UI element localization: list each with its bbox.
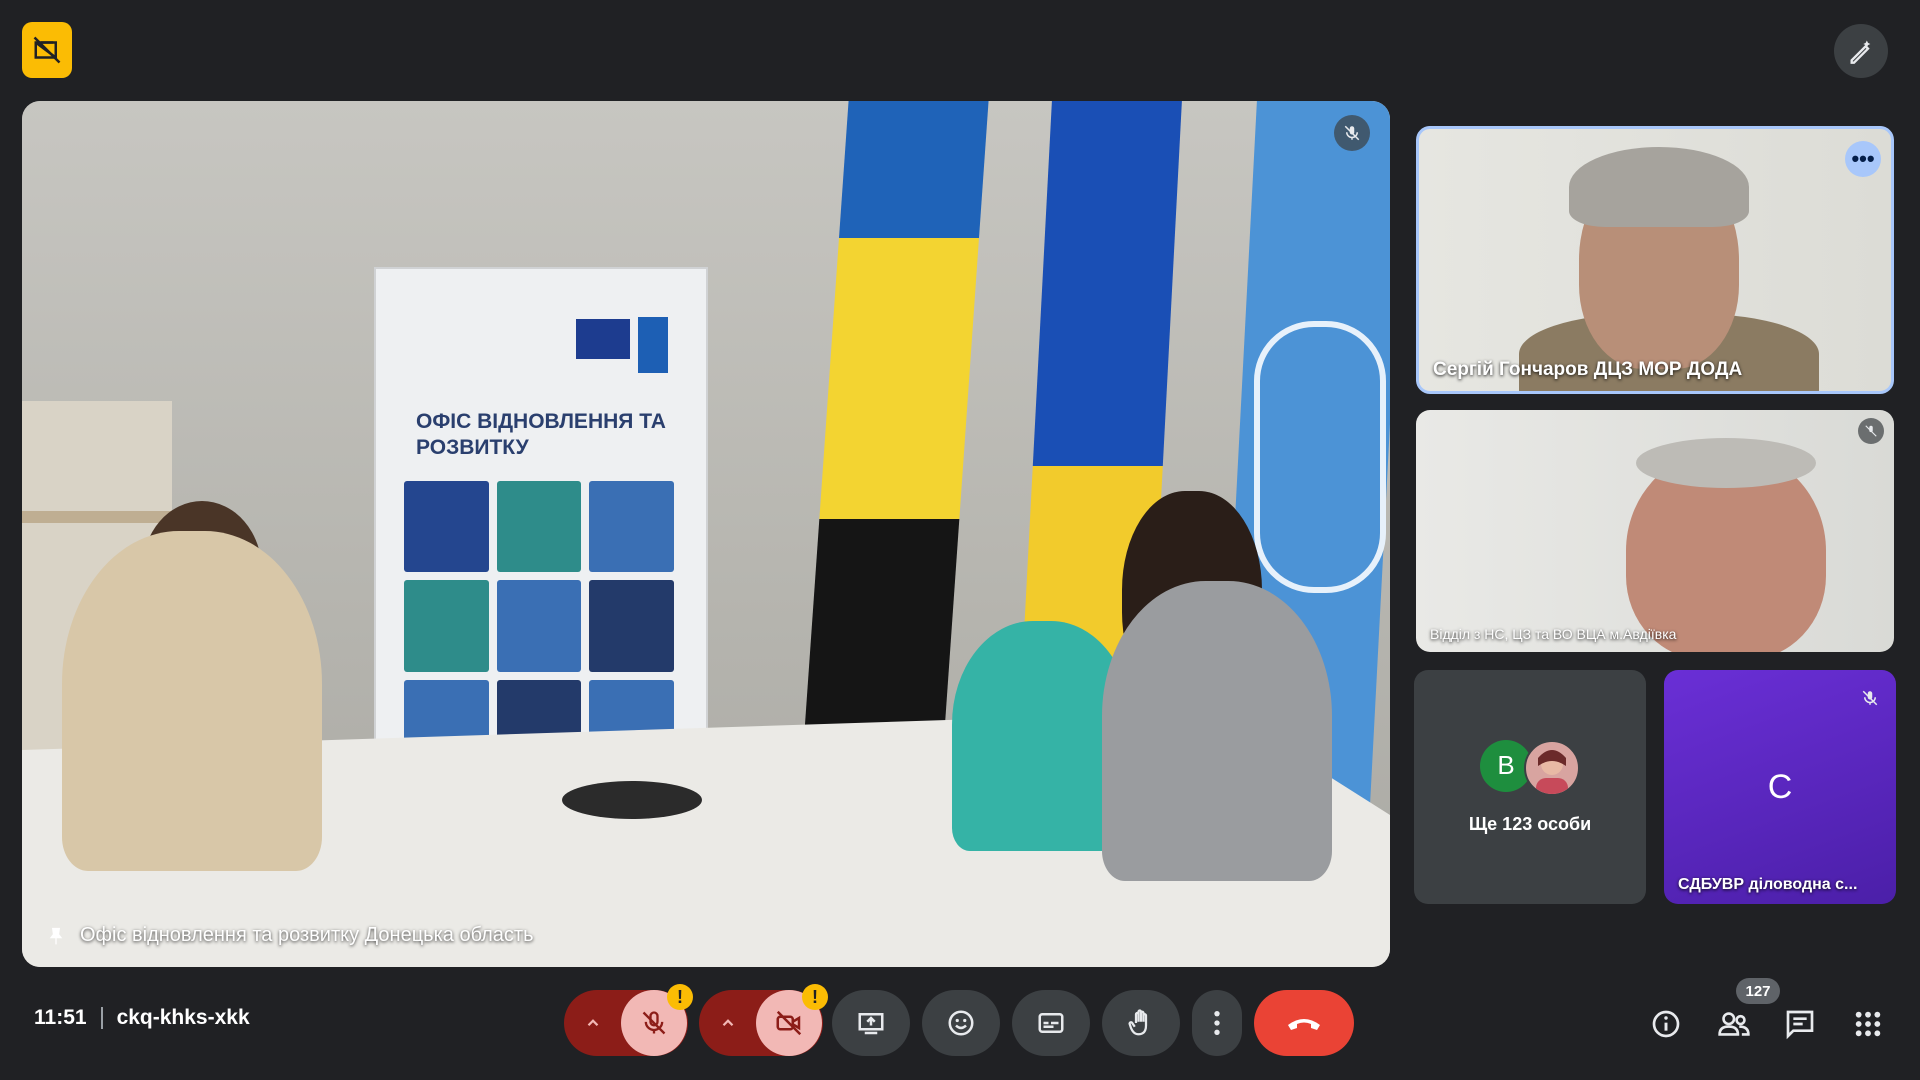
apps-grid-icon — [1855, 1011, 1881, 1037]
participant-2-name: Відділ з НС, ЦЗ та ВО ВЦА м.Авдіївка — [1430, 626, 1677, 642]
mic-toggle-button[interactable]: ! — [621, 984, 693, 1056]
participant-tile-1[interactable]: ••• Сергій Гончаров ДЦЗ МОР ДОДА — [1416, 126, 1894, 394]
meeting-time: 11:51 — [34, 1006, 87, 1029]
meeting-details-button[interactable] — [1646, 1004, 1686, 1044]
other-participants-label: Ще 123 особи — [1468, 813, 1592, 834]
pin-icon — [49, 927, 63, 944]
participant-2-hair — [1636, 438, 1816, 488]
undp-logo — [638, 317, 668, 373]
un-emblem — [1254, 321, 1386, 593]
present-screen-button[interactable] — [832, 990, 910, 1056]
mic-control-group: ! — [564, 984, 693, 1056]
divider — [100, 1007, 103, 1029]
chat-icon — [1786, 1010, 1814, 1040]
people-icon — [1718, 1012, 1750, 1036]
participant-tile-c[interactable]: С СДБУВР діловодна с... — [1664, 670, 1896, 904]
camera-off-icon — [776, 1010, 802, 1036]
mic-off-icon — [642, 1011, 666, 1035]
visual-effects-button[interactable] — [1834, 24, 1888, 78]
participant-1-hair — [1569, 147, 1749, 227]
captions-button[interactable] — [1012, 990, 1090, 1056]
raise-hand-button[interactable] — [1102, 990, 1180, 1056]
mic-options-button[interactable] — [565, 1014, 621, 1032]
avatar-group: В — [1480, 739, 1580, 796]
hand-icon — [1128, 1009, 1148, 1036]
more-options-button[interactable] — [1192, 990, 1242, 1056]
other-participants-tile[interactable]: В Ще 123 особи — [1414, 670, 1646, 904]
captions-icon — [1038, 1013, 1064, 1033]
video-shelf-board — [22, 511, 172, 523]
video-person-right — [1102, 581, 1332, 881]
camera-toggle-button[interactable]: ! — [756, 984, 828, 1056]
warning-icon: ! — [802, 984, 828, 1010]
chat-button[interactable] — [1780, 1004, 1820, 1044]
video-banner: ОФІС ВІДНОВЛЕННЯ ТА РОЗВИТКУ — [374, 267, 708, 791]
reactions-button[interactable] — [922, 990, 1000, 1056]
chevron-up-icon — [587, 1019, 599, 1027]
main-video-tile[interactable]: ОФІС ВІДНОВЛЕННЯ ТА РОЗВИТКУ Офіс віднов… — [22, 101, 1390, 967]
avatar-photo — [1524, 739, 1580, 796]
phone-hangup-icon — [1288, 1019, 1320, 1030]
activities-button[interactable] — [1848, 1004, 1888, 1044]
more-options-icon[interactable]: ••• — [1845, 141, 1881, 177]
mic-off-icon — [1856, 684, 1884, 712]
emoji-icon — [948, 1010, 974, 1036]
warning-icon: ! — [667, 984, 693, 1010]
eu-flag — [576, 319, 630, 359]
main-tile-name-label: Офіс відновлення та розвитку Донецька об… — [80, 924, 534, 946]
banner-tiles — [404, 481, 674, 771]
mic-off-icon — [1334, 115, 1370, 151]
meeting-code: ckq-khks-xkk — [116, 1006, 250, 1029]
content-restricted-icon[interactable] — [22, 22, 72, 78]
chevron-up-icon — [722, 1019, 734, 1027]
camera-control-group: ! — [699, 984, 828, 1056]
magic-pen-icon — [1850, 40, 1871, 64]
participants-count-badge: 127 — [1736, 978, 1780, 1004]
video-person-left — [62, 531, 322, 871]
camera-options-button[interactable] — [700, 1014, 756, 1032]
meeting-info: 11:51 ckq-khks-xkk — [34, 1006, 250, 1030]
people-button[interactable] — [1714, 1004, 1754, 1044]
mic-off-icon — [1858, 418, 1884, 444]
present-icon — [858, 1013, 884, 1035]
info-icon — [1652, 1010, 1680, 1038]
participant-1-name: Сергій Гончаров ДЦЗ МОР ДОДА — [1433, 359, 1743, 380]
participant-tile-2[interactable]: Відділ з НС, ЦЗ та ВО ВЦА м.Авдіївка — [1416, 410, 1894, 652]
leave-call-button[interactable] — [1254, 990, 1354, 1056]
video-speakerphone — [562, 781, 702, 819]
main-tile-name: Офіс відновлення та розвитку Донецька об… — [46, 924, 534, 947]
more-vert-icon — [1214, 1010, 1220, 1036]
participant-c-name: СДБУВР діловодна с... — [1678, 876, 1858, 893]
banner-title: ОФІС ВІДНОВЛЕННЯ ТА РОЗВИТКУ — [416, 410, 666, 459]
